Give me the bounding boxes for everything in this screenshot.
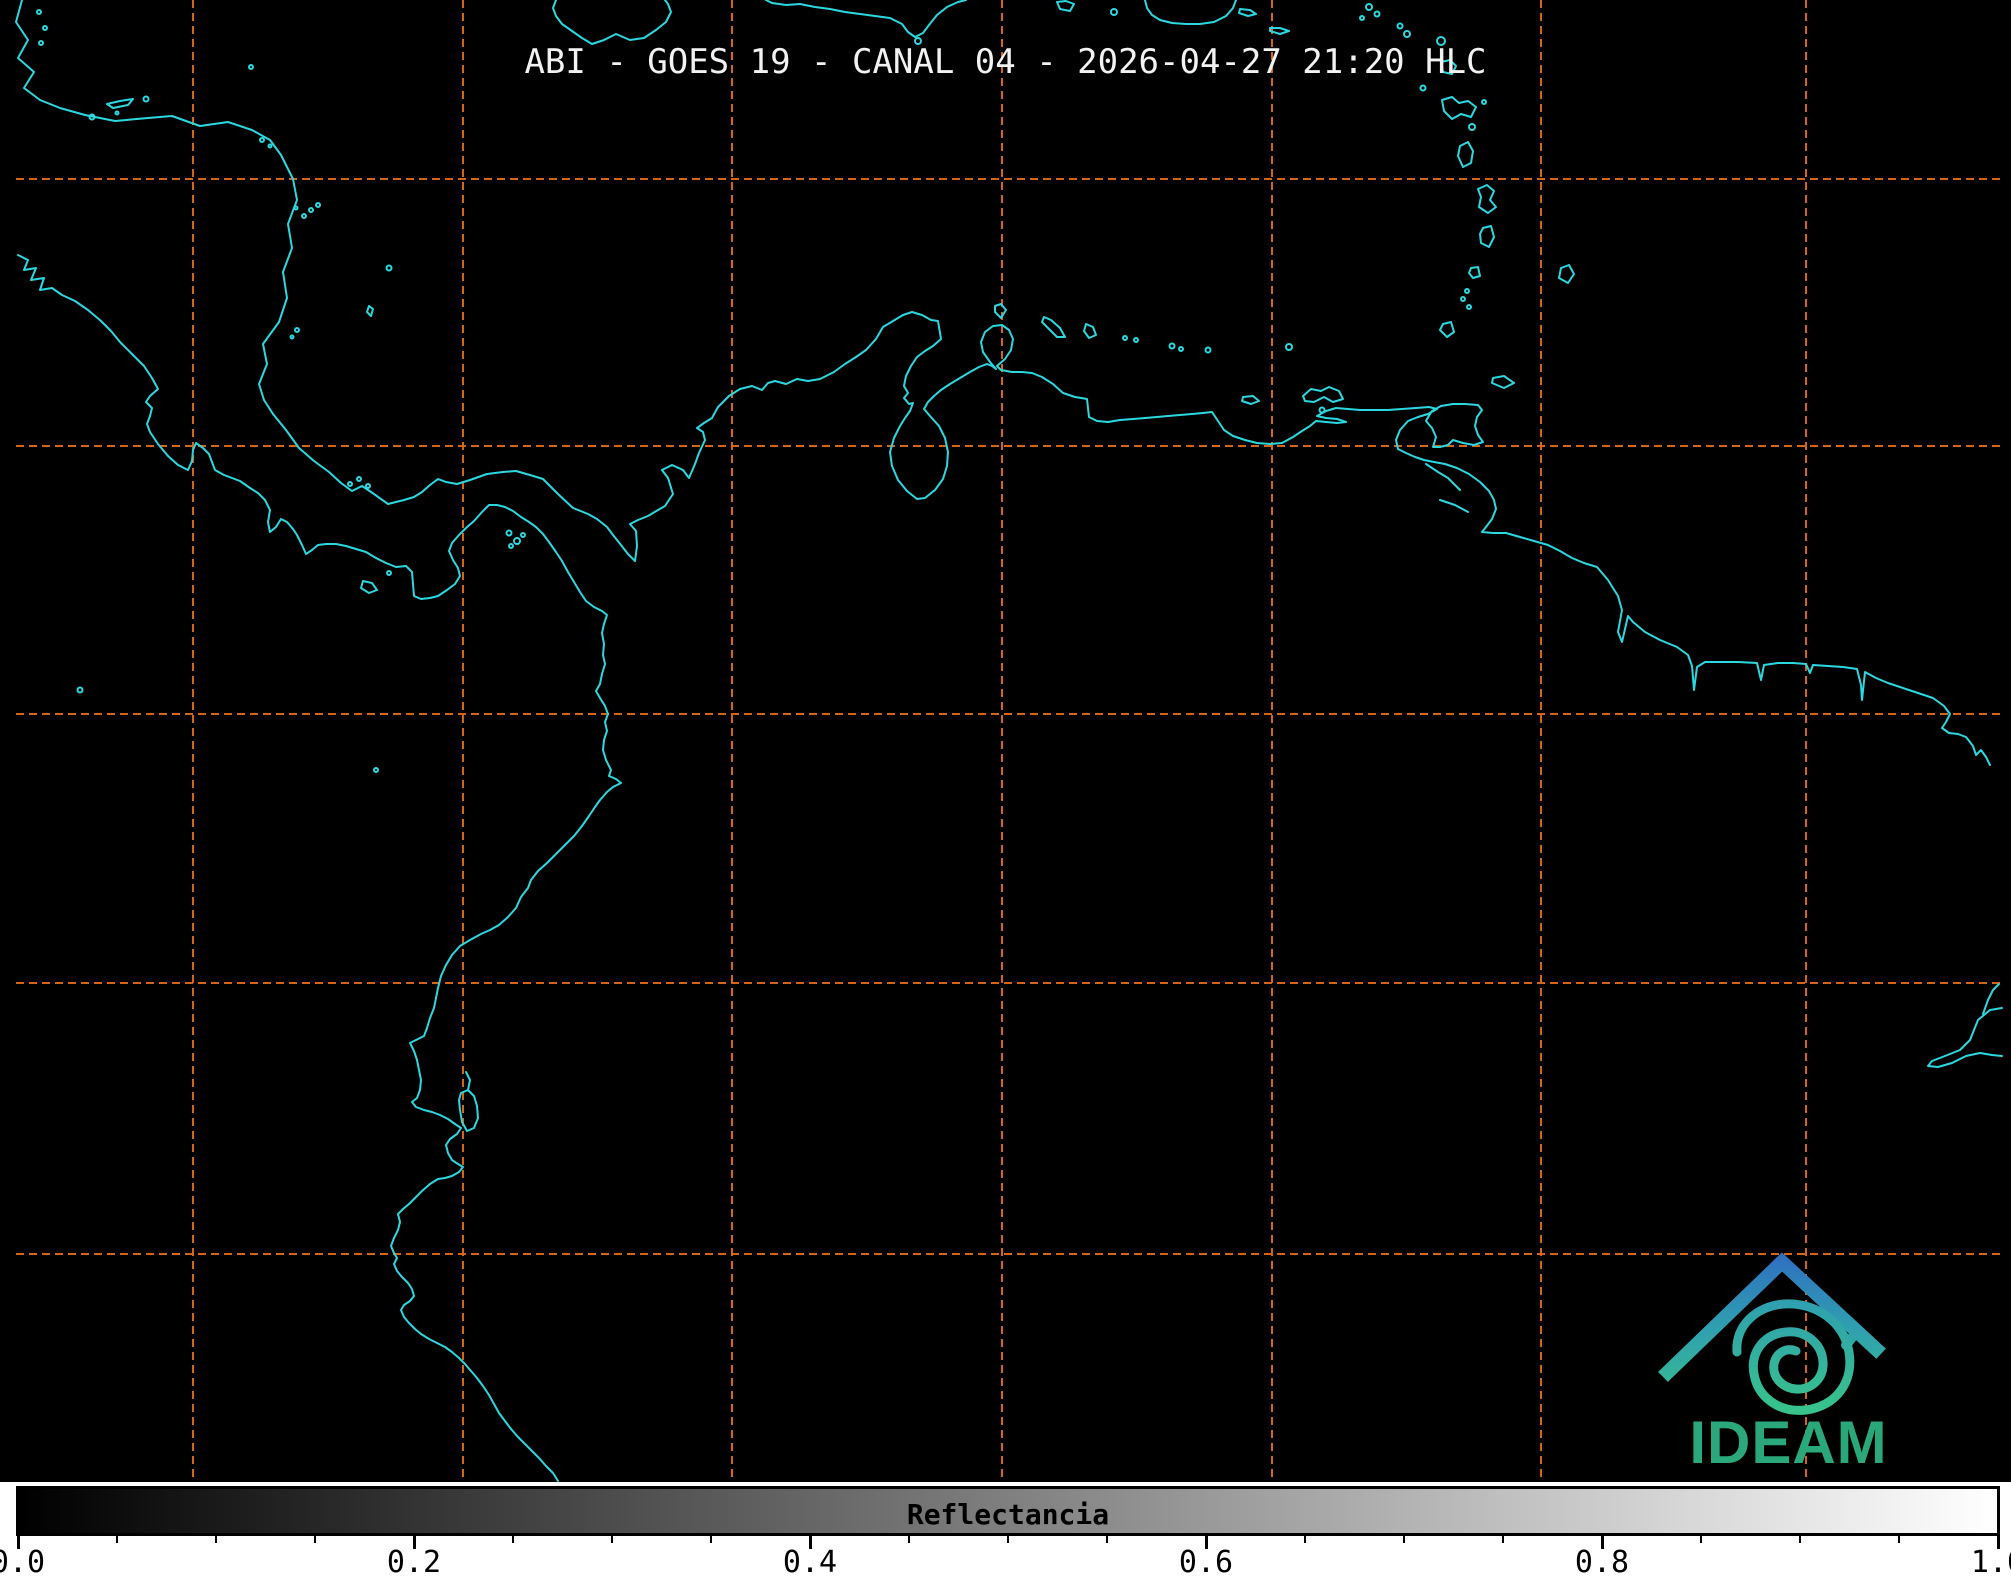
colorbar-tick-label: 1.0 <box>1971 1545 2011 1577</box>
colorbar-tick-label: 0.8 <box>1575 1545 1629 1577</box>
colorbar-minor-tick <box>116 1534 118 1543</box>
colorbar-minor-tick <box>1007 1534 1009 1543</box>
colorbar-minor-tick <box>1700 1534 1702 1543</box>
colorbar-minor-tick <box>1403 1534 1405 1543</box>
colorbar-minor-tick <box>215 1534 217 1543</box>
colorbar-minor-tick <box>1304 1534 1306 1543</box>
colorbar-gradient: Reflectancia <box>16 1486 2000 1536</box>
colorbar-minor-tick <box>1898 1534 1900 1543</box>
colorbar-minor-tick <box>1799 1534 1801 1543</box>
image-title: ABI - GOES 19 - CANAL 04 - 2026-04-27 21… <box>0 44 2011 80</box>
colorbar-minor-tick <box>1502 1534 1504 1543</box>
colorbar: Reflectancia 0.0 0.2 0.4 0.6 0.8 1.0 <box>0 1482 2011 1577</box>
colorbar-minor-tick <box>611 1534 613 1543</box>
map-background <box>0 0 2011 1482</box>
colorbar-minor-tick <box>512 1534 514 1543</box>
colorbar-minor-tick <box>1106 1534 1108 1543</box>
colorbar-minor-tick <box>710 1534 712 1543</box>
goes-satellite-map <box>0 0 2011 1577</box>
colorbar-tick-label: 0.0 <box>0 1545 45 1577</box>
colorbar-minor-tick <box>314 1534 316 1543</box>
colorbar-tick-label: 0.6 <box>1179 1545 1233 1577</box>
colorbar-tick-label: 0.2 <box>387 1545 441 1577</box>
colorbar-label: Reflectancia <box>19 1498 1997 1531</box>
colorbar-minor-tick <box>908 1534 910 1543</box>
ideam-logo-text: IDEAM <box>1666 1408 1911 1477</box>
satellite-image-viewport: ABI - GOES 19 - CANAL 04 - 2026-04-27 21… <box>0 0 2011 1577</box>
colorbar-tick-label: 0.4 <box>783 1545 837 1577</box>
